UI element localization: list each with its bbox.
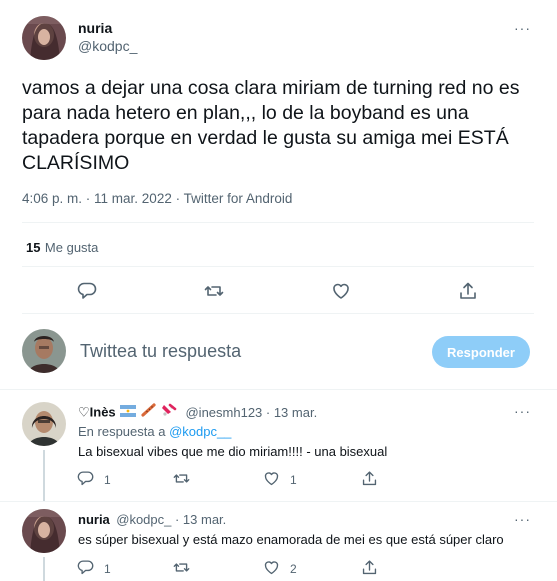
author-avatar[interactable] [22, 16, 66, 60]
replying-to-mention[interactable]: @kodpc__ [169, 424, 231, 439]
author-handle[interactable]: @kodpc_ [78, 38, 137, 54]
heart-icon[interactable] [263, 470, 280, 487]
divider [0, 389, 557, 390]
likes-label: Me gusta [44, 240, 99, 255]
thread-line [43, 557, 45, 581]
thread-line [43, 450, 45, 502]
likes-count: 15 [26, 240, 41, 255]
reply-author-name[interactable]: ♡Inès [78, 405, 116, 420]
user-avatar[interactable] [22, 329, 66, 373]
tweet-text: vamos a dejar una cosa clara miriam de t… [22, 77, 520, 174]
roller-skate-icon [161, 403, 177, 422]
share-icon[interactable] [361, 470, 378, 487]
reply-header: nuria @kodpc_ · 13 mar. [78, 511, 226, 529]
share-icon[interactable] [458, 281, 478, 301]
reply-avatar[interactable] [22, 509, 66, 553]
reply-text: es súper bisexual y está mazo enamorada … [78, 532, 504, 547]
flag-argentina-icon [120, 404, 137, 422]
divider [22, 222, 534, 223]
retweet-icon[interactable] [173, 470, 190, 487]
retweet-icon[interactable] [173, 559, 190, 576]
reply-count: 1 [104, 473, 111, 487]
reply-author-name[interactable]: nuria [78, 512, 110, 527]
replying-to-label: En respuesta a [78, 424, 170, 439]
reply-header: ♡Inès @inesmh123 · 13 mar. [78, 403, 317, 422]
reply-count: 1 [104, 562, 111, 576]
heart-icon[interactable] [331, 281, 351, 301]
heart-icon[interactable] [263, 559, 280, 576]
comment-icon[interactable] [77, 281, 97, 301]
more-icon[interactable]: ··· [514, 403, 531, 419]
replying-to: En respuesta a @kodpc__ [78, 424, 231, 439]
reply-text: La bisexual vibes que me dio miriam!!!! … [78, 444, 388, 459]
share-icon[interactable] [361, 559, 378, 576]
like-count: 1 [290, 473, 297, 487]
reply-input[interactable]: Twittea tu respuesta [80, 341, 241, 362]
likes-stat[interactable]: 15 Me gusta [26, 239, 98, 257]
reply-handle-date[interactable]: @kodpc_ · 13 mar. [116, 512, 226, 527]
comment-icon[interactable] [77, 470, 94, 487]
divider [0, 501, 557, 502]
flute-icon [140, 403, 157, 422]
more-icon[interactable]: ··· [514, 511, 531, 527]
author-name[interactable]: nuria [78, 20, 112, 36]
tweet-timestamp[interactable]: 4:06 p. m. · 11 mar. 2022 · Twitter for … [22, 191, 292, 206]
more-icon[interactable]: ··· [514, 20, 531, 36]
like-count: 2 [290, 562, 297, 576]
divider [22, 266, 534, 267]
reply-avatar[interactable] [22, 402, 66, 446]
comment-icon[interactable] [77, 559, 94, 576]
reply-handle-date[interactable]: @inesmh123 · 13 mar. [185, 405, 317, 420]
retweet-icon[interactable] [204, 281, 224, 301]
reply-submit-button[interactable]: Responder [432, 336, 530, 368]
divider [22, 313, 534, 314]
